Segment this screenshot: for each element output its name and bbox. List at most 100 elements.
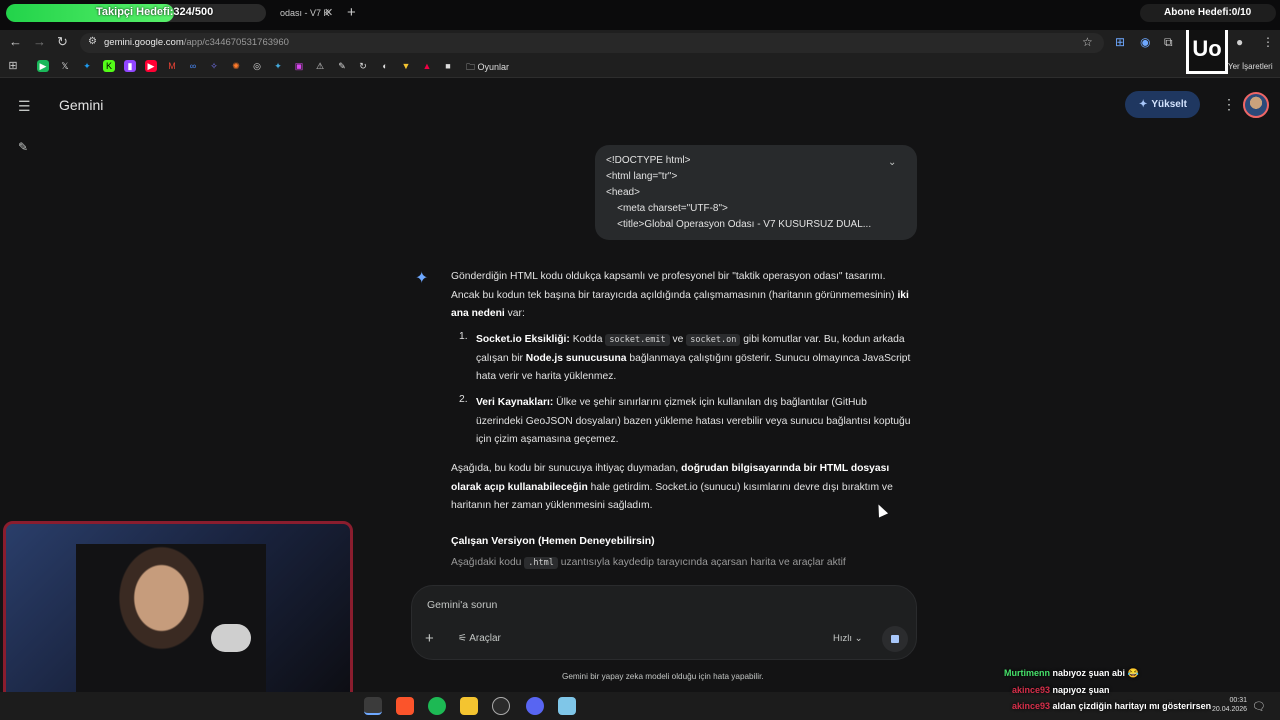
bookmark-icon[interactable]: ■ bbox=[442, 60, 454, 72]
bookmark-star-icon[interactable]: ☆ bbox=[1082, 35, 1093, 49]
openai-icon[interactable]: ◎ bbox=[251, 60, 263, 72]
app-taskbar-icon[interactable] bbox=[558, 697, 576, 715]
follower-goal-text: Takipçi Hedefi:324/500 bbox=[96, 6, 214, 18]
item-text: Kodda bbox=[569, 334, 606, 345]
app-brand[interactable]: Gemini bbox=[59, 97, 103, 113]
site-info-icon[interactable]: ⚙ bbox=[88, 36, 97, 47]
inline-code: .html bbox=[524, 557, 558, 569]
url-text[interactable]: gemini.google.com/app/c344670531763960 bbox=[104, 37, 289, 48]
system-clock[interactable]: 00:31 20.04.2026 bbox=[1212, 696, 1247, 714]
bookmark-icon[interactable]: ◐ bbox=[379, 60, 391, 72]
discord-taskbar-icon[interactable] bbox=[526, 697, 544, 715]
bookmark-icon[interactable]: ✺ bbox=[230, 60, 242, 72]
bookmark-icon[interactable]: ▲ bbox=[421, 60, 433, 72]
bookmark-icon[interactable]: ▼ bbox=[400, 60, 412, 72]
bookmark-folder-label: Oyunlar bbox=[477, 62, 510, 72]
intro-text: Gönderdiğin HTML kodu oldukça kapsamlı v… bbox=[451, 271, 898, 301]
clock-date: 20.04.2026 bbox=[1212, 706, 1248, 713]
brave-taskbar-icon[interactable] bbox=[396, 697, 414, 715]
meta-icon[interactable]: ∞ bbox=[187, 60, 199, 72]
files-taskbar-icon[interactable] bbox=[460, 697, 478, 715]
para-text: Aşağıda, bu kodu bir sunucuya ihtiyaç du… bbox=[451, 463, 682, 474]
notification-icon[interactable]: 🗨 bbox=[1252, 700, 1266, 713]
reload-icon[interactable]: ↻ bbox=[57, 34, 68, 50]
browser-tab-title[interactable]: odası - V7 K bbox=[280, 8, 330, 18]
upgrade-button[interactable]: ✦ Yükselt bbox=[1125, 91, 1200, 118]
chat-username: akince93 bbox=[1012, 685, 1051, 695]
translate-icon[interactable]: ⊞ bbox=[1115, 35, 1125, 49]
new-tab-icon[interactable]: + bbox=[347, 4, 356, 21]
item-bold: Node.js sunucusuna bbox=[525, 352, 627, 364]
list-number: 2. bbox=[459, 394, 468, 405]
item-title: Veri Kaynakları: bbox=[476, 397, 554, 408]
sparkle-icon: ✦ bbox=[1139, 99, 1148, 110]
url-path: /app/c344670531763960 bbox=[183, 37, 289, 48]
expand-chevron-icon[interactable]: ⌄ bbox=[888, 157, 896, 168]
x-icon[interactable]: 𝕏 bbox=[59, 60, 71, 72]
intro-text-end: var: bbox=[504, 308, 525, 319]
avatar[interactable] bbox=[1243, 92, 1269, 118]
obs-taskbar-icon[interactable] bbox=[492, 697, 510, 715]
folder-icon: 🗀 bbox=[466, 62, 476, 72]
chat-text: nabıyoz şuan abi 😂 bbox=[1052, 668, 1139, 678]
model-mode-dropdown[interactable]: Hızlı ⌄ bbox=[833, 633, 863, 644]
bookmark-icon[interactable]: ✎ bbox=[336, 60, 348, 72]
section-heading: Çalışan Versiyon (Hemen Deneyebilirsin) bbox=[451, 535, 655, 547]
para-text: uzantısıyla kaydedip tarayıcında açarsan… bbox=[557, 557, 846, 568]
back-icon[interactable]: ← bbox=[9, 34, 22, 49]
youtube-icon[interactable]: ▶ bbox=[145, 60, 157, 72]
response-paragraph-faded: Aşağıdaki kodu .html uzantısıyla kaydedi… bbox=[451, 557, 913, 569]
extensions-icon[interactable]: ⧉ bbox=[1164, 35, 1173, 50]
more-options-icon[interactable]: ⋮ bbox=[1222, 96, 1236, 113]
kick-icon[interactable]: K bbox=[103, 60, 115, 72]
tools-icon: ⚟ bbox=[458, 633, 467, 644]
bookmark-icon[interactable]: ✧ bbox=[208, 60, 220, 72]
bookmark-icon[interactable]: ↻ bbox=[357, 60, 369, 72]
all-bookmarks-label[interactable]: Yer İşaretleri bbox=[1228, 62, 1273, 71]
item-title: Socket.io Eksikliği: bbox=[476, 334, 570, 345]
follower-goal-bar: Takipçi Hedefi:324/500 bbox=[6, 4, 266, 22]
list-item-socketio: Socket.io Eksikliği: Kodda socket.emit v… bbox=[476, 331, 913, 387]
bookmark-icon[interactable]: ▶ bbox=[37, 60, 49, 72]
tools-button[interactable]: ⚟ Araçlar bbox=[458, 633, 501, 644]
list-item-data-sources: Veri Kaynakları: Ülke ve şehir sınırları… bbox=[476, 394, 913, 450]
subscriber-goal-text: Abone Hedefi:0/10 bbox=[1164, 7, 1252, 18]
clock-time: 00:31 bbox=[1229, 697, 1248, 704]
chat-message: akince93 aldan çizdiğin haritayı mı göst… bbox=[1012, 701, 1211, 711]
para-text: Aşağıdaki kodu bbox=[451, 557, 525, 568]
url-host: gemini.google.com bbox=[104, 37, 184, 48]
bookmark-icon[interactable]: ⚠ bbox=[314, 60, 326, 72]
read-aloud-icon[interactable]: ◉ bbox=[1140, 35, 1150, 49]
prompt-input[interactable]: Gemini'a sorun bbox=[427, 599, 497, 611]
tools-label: Araçlar bbox=[469, 633, 501, 644]
tab-close-icon[interactable]: ✕ bbox=[324, 6, 333, 19]
response-intro: Gönderdiğin HTML kodu oldukça kapsamlı v… bbox=[451, 268, 913, 324]
chat-username: Murtimenn bbox=[1004, 668, 1050, 678]
mode-label: Hızlı bbox=[833, 633, 852, 644]
stop-icon bbox=[891, 635, 899, 643]
stop-generating-button[interactable] bbox=[882, 626, 908, 652]
gemini-bookmark-icon[interactable]: ✦ bbox=[272, 60, 284, 72]
chat-text: aldan çizdiğin haritayı mı gösterirsen bbox=[1052, 701, 1212, 711]
user-message: <!DOCTYPE html> <html lang="tr"> <head> … bbox=[595, 145, 917, 240]
disclaimer-text: Gemini bir yapay zeka modeli olduğu için… bbox=[562, 672, 764, 681]
inline-code: socket.on bbox=[686, 334, 741, 346]
new-chat-icon[interactable]: ✎ bbox=[18, 140, 28, 154]
forward-icon[interactable]: → bbox=[33, 34, 46, 49]
gmail-icon[interactable]: M bbox=[166, 60, 178, 72]
browser-menu-icon[interactable]: ⋮ bbox=[1262, 35, 1274, 49]
inline-code: socket.emit bbox=[605, 334, 670, 346]
microphone-icon bbox=[211, 624, 251, 652]
bookmark-folder-oyunlar[interactable]: 🗀 Oyunlar bbox=[466, 60, 509, 76]
spotify-taskbar-icon[interactable] bbox=[428, 697, 446, 715]
chrome-taskbar-icon[interactable] bbox=[364, 697, 382, 715]
prompt-composer[interactable] bbox=[411, 585, 917, 660]
apps-grid-icon[interactable]: ⊞ bbox=[7, 60, 19, 72]
bluesky-icon[interactable]: ✦ bbox=[81, 60, 93, 72]
bookmark-icon[interactable]: ▣ bbox=[293, 60, 305, 72]
hamburger-menu-icon[interactable]: ☰ bbox=[18, 98, 31, 115]
add-attachment-button[interactable]: + bbox=[425, 630, 434, 647]
profile-icon[interactable]: ● bbox=[1236, 35, 1243, 49]
item-text: ve bbox=[669, 334, 687, 345]
twitch-icon[interactable]: ▮ bbox=[124, 60, 136, 72]
